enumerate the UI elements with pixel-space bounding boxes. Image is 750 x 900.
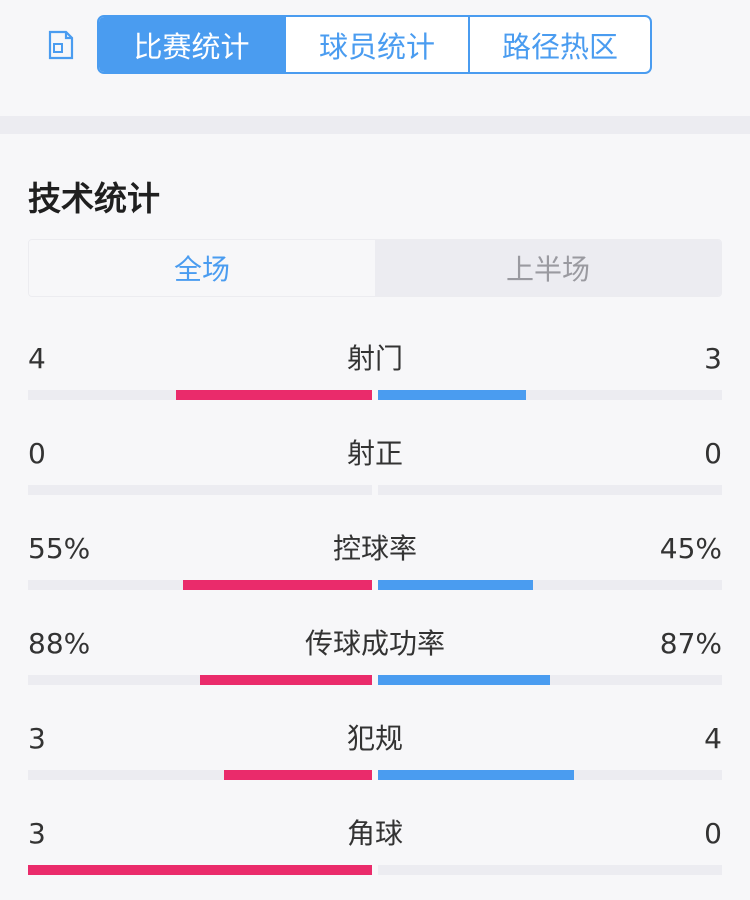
- home-bar-track: [28, 580, 372, 590]
- away-bar-track: [378, 770, 722, 780]
- away-bar-track: [378, 675, 722, 685]
- away-value: 0: [704, 817, 722, 850]
- stat-row-fouls: 3 犯规 4: [0, 720, 750, 790]
- segment-full-match[interactable]: 全场: [29, 240, 375, 296]
- tab-heat-zones[interactable]: 路径热区: [468, 17, 650, 72]
- stat-row-shots-on-target: 0 射正 0: [0, 435, 750, 505]
- stat-name: 射正: [346, 437, 403, 470]
- away-bar-track: [378, 865, 722, 875]
- home-bar-track: [28, 865, 372, 875]
- away-bar: [378, 390, 526, 400]
- tab-player-stats[interactable]: 球员统计: [284, 17, 468, 72]
- stat-name: 控球率: [332, 532, 417, 565]
- home-bar: [224, 770, 372, 780]
- away-value: 87%: [659, 627, 722, 660]
- home-bar: [200, 675, 372, 685]
- stat-row-possession: 55% 控球率 45%: [0, 530, 750, 600]
- top-bar: 比赛统计 球员统计 路径热区: [0, 0, 750, 104]
- tab-match-stats[interactable]: 比赛统计: [99, 17, 284, 72]
- tech-stats-section: 技术统计 全场 上半场 4 射门 3 0 射正 0 55% 控球率 45% 88…: [0, 134, 750, 900]
- home-bar-track: [28, 390, 372, 400]
- home-bar: [182, 580, 372, 590]
- away-bar: [378, 675, 550, 685]
- document-icon[interactable]: [44, 28, 78, 62]
- away-bar-track: [378, 485, 722, 495]
- away-value: 3: [704, 342, 722, 375]
- away-bar: [378, 580, 533, 590]
- home-bar: [28, 865, 372, 875]
- stat-row-pass-accuracy: 88% 传球成功率 87%: [0, 625, 750, 695]
- away-bar-track: [378, 390, 722, 400]
- section-divider: [0, 116, 750, 134]
- away-value: 0: [704, 437, 722, 470]
- away-bar: [378, 770, 575, 780]
- stat-name: 射门: [346, 342, 403, 375]
- away-bar-track: [378, 580, 722, 590]
- main-tabs: 比赛统计 球员统计 路径热区: [97, 15, 652, 74]
- home-bar-track: [28, 770, 372, 780]
- stat-name: 犯规: [346, 722, 403, 755]
- stat-row-corners: 3 角球 0: [0, 815, 750, 885]
- away-value: 4: [704, 722, 722, 755]
- home-bar: [175, 390, 372, 400]
- segment-first-half[interactable]: 上半场: [375, 240, 721, 296]
- home-bar-track: [28, 675, 372, 685]
- stat-name: 传球成功率: [304, 627, 445, 660]
- section-title: 技术统计: [28, 179, 160, 218]
- stat-name: 角球: [346, 817, 403, 850]
- away-value: 45%: [659, 532, 722, 565]
- period-segment-control: 全场 上半场: [28, 239, 722, 297]
- stat-row-shots: 4 射门 3: [0, 340, 750, 410]
- home-bar-track: [28, 485, 372, 495]
